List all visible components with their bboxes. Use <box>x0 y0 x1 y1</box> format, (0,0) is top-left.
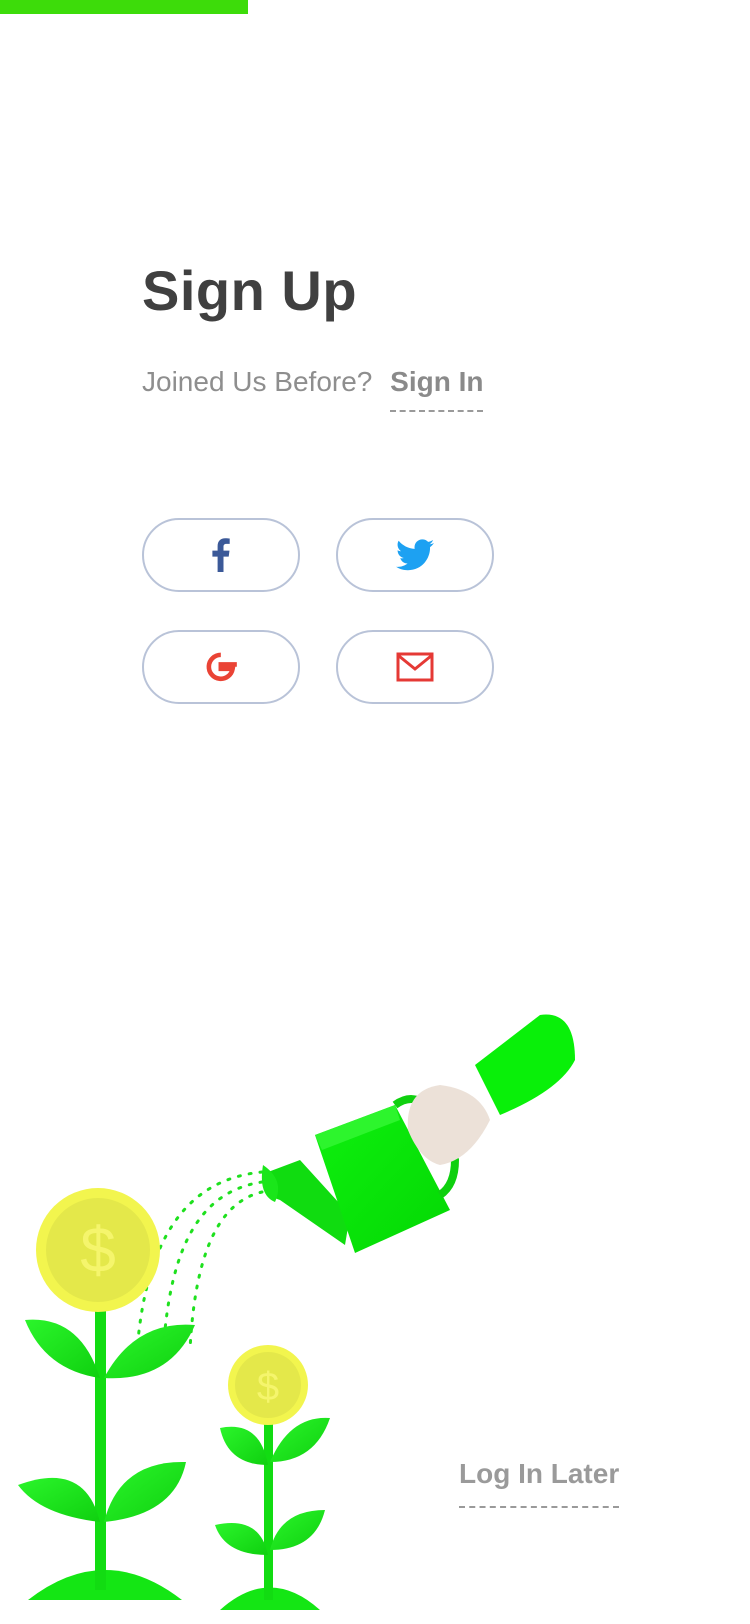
small-coin-symbol: $ <box>257 1365 279 1409</box>
money-plant-illustration: $ $ <box>18 1014 575 1610</box>
progress-fill <box>0 0 248 14</box>
progress-bar <box>0 0 750 14</box>
large-plant: $ <box>18 1188 195 1600</box>
google-icon <box>205 651 237 683</box>
email-icon <box>396 652 434 682</box>
signin-prompt-text: Joined Us Before? <box>142 366 373 397</box>
twitter-icon <box>396 539 434 571</box>
large-coin-symbol: $ <box>80 1214 116 1286</box>
google-signup-button[interactable] <box>142 630 300 704</box>
hand-with-sleeve <box>407 1014 575 1165</box>
facebook-icon <box>212 538 230 572</box>
signin-prompt: Joined Us Before? Sign In <box>142 366 484 412</box>
twitter-signup-button[interactable] <box>336 518 494 592</box>
signin-link[interactable]: Sign In <box>390 366 484 412</box>
page-title: Sign Up <box>142 259 358 322</box>
email-signup-button[interactable] <box>336 630 494 704</box>
facebook-signup-button[interactable] <box>142 518 300 592</box>
small-plant: $ <box>215 1345 330 1610</box>
